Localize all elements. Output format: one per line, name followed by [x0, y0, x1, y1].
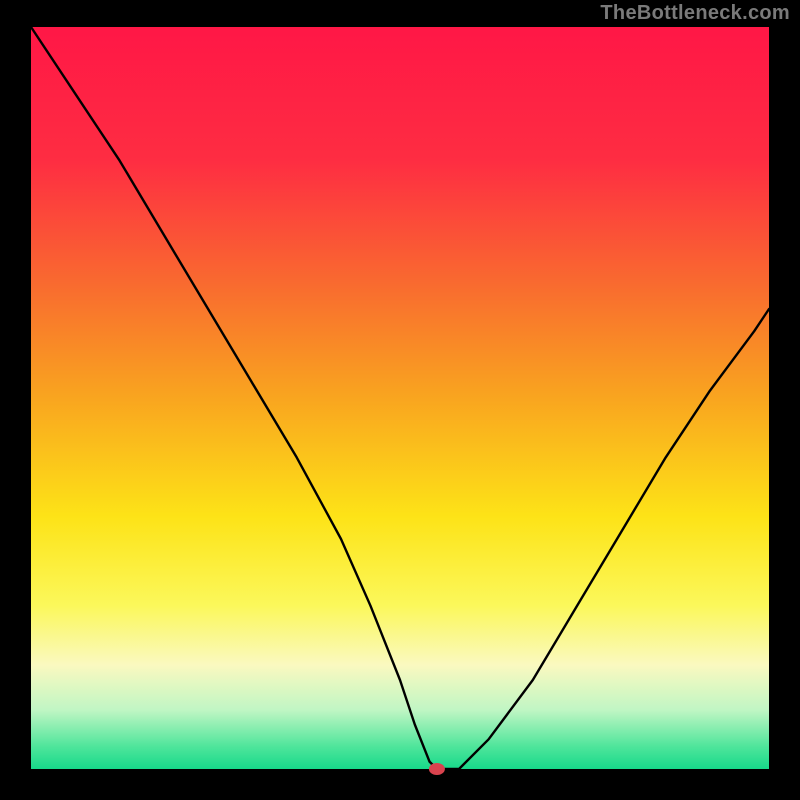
plot-background [31, 27, 769, 769]
chart-frame: TheBottleneck.com [0, 0, 800, 800]
watermark-text: TheBottleneck.com [600, 2, 790, 25]
bottleneck-chart [0, 0, 800, 800]
optimal-point-marker [429, 763, 445, 775]
